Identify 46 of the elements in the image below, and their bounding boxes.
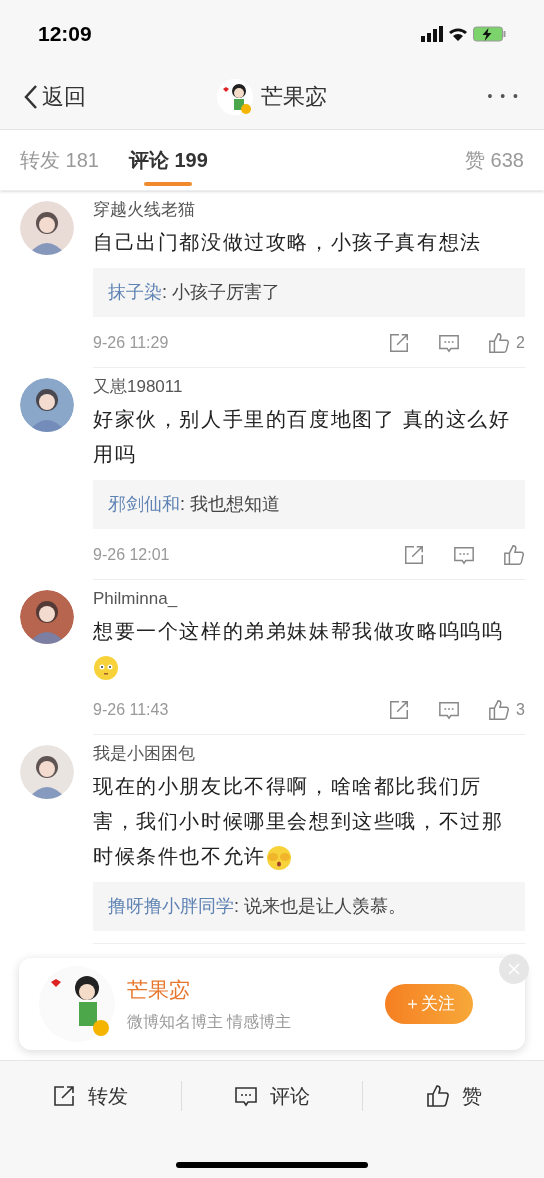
comment-icon[interactable] [438,332,461,354]
thumbs-up-icon[interactable] [488,699,511,721]
reply-author[interactable]: 抹子染 [108,282,162,302]
comment-text: 现在的小朋友比不得啊，啥啥都比我们厉害，我们小时候哪里会想到这些哦，不过那时候条件也不允许 [93,769,525,874]
comment-icon[interactable] [438,699,461,721]
reply-text: : 说来也是让人羡慕。 [234,896,406,916]
blogger-description: 微博知名博主 情感博主 [127,1011,292,1032]
comment-text: 想要一个这样的弟弟妹妹帮我做攻略呜呜呜 [93,614,525,684]
battery-charging-icon [473,26,506,42]
comment-icon[interactable] [453,544,475,566]
back-button[interactable]: 返回 [24,80,86,113]
signal-icon [421,26,443,42]
thumbs-up-icon[interactable] [425,1084,450,1108]
comment-time: 9-26 11:43 [93,700,169,720]
comment-text: 自己出门都没做过攻略，小孩子真有想法 [93,230,483,255]
comment-text: 好家伙，别人手里的百度地图了 真的这么好用吗 [93,407,512,467]
comment-author[interactable]: 我是小困困包 [93,741,525,767]
thumbs-up-icon[interactable] [503,544,525,566]
like-count: 2 [516,333,525,353]
flushed-emoji-icon [93,654,119,681]
action-button[interactable]: 赞 [425,1081,482,1111]
status-time: 12:09 [38,21,92,48]
comment-author[interactable]: 穿越火线老猫 [93,197,525,223]
comment-time: 9-26 12:01 [93,545,170,565]
wifi-icon [449,27,467,41]
like-count: 3 [516,700,525,720]
reply-preview[interactable]: 抹子染: 小孩子厉害了 [93,268,525,317]
reply-author[interactable]: 撸呀撸小胖同学 [108,896,234,916]
more-button[interactable]: • • • [487,86,520,107]
reply-text: : 我也想知道 [180,494,280,514]
thumbs-up-icon[interactable] [488,332,511,354]
comment-author[interactable]: Philminna_ [93,586,525,612]
page-title: 芒果宓 [261,83,327,111]
reply-preview[interactable]: 撸呀撸小胖同学: 说来也是让人羡慕。 [93,882,525,931]
action-button[interactable]: 转发 [52,1081,129,1111]
comment-author[interactable]: 又崽198011 [93,374,525,400]
tab[interactable]: 评论 199 [128,130,208,190]
reply-preview[interactable]: 邪剑仙和: 我也想知道 [93,480,525,529]
comment-time: 9-26 11:29 [93,333,169,353]
covering-face-emoji-icon [265,844,292,871]
action-button[interactable]: 评论 [234,1081,310,1111]
comment-icon[interactable] [234,1084,258,1108]
reply-author[interactable]: 邪剑仙和 [108,494,180,514]
share-icon[interactable] [52,1084,77,1108]
reply-text: : 小孩子厉害了 [162,282,280,302]
chevron-left-icon [24,83,38,110]
